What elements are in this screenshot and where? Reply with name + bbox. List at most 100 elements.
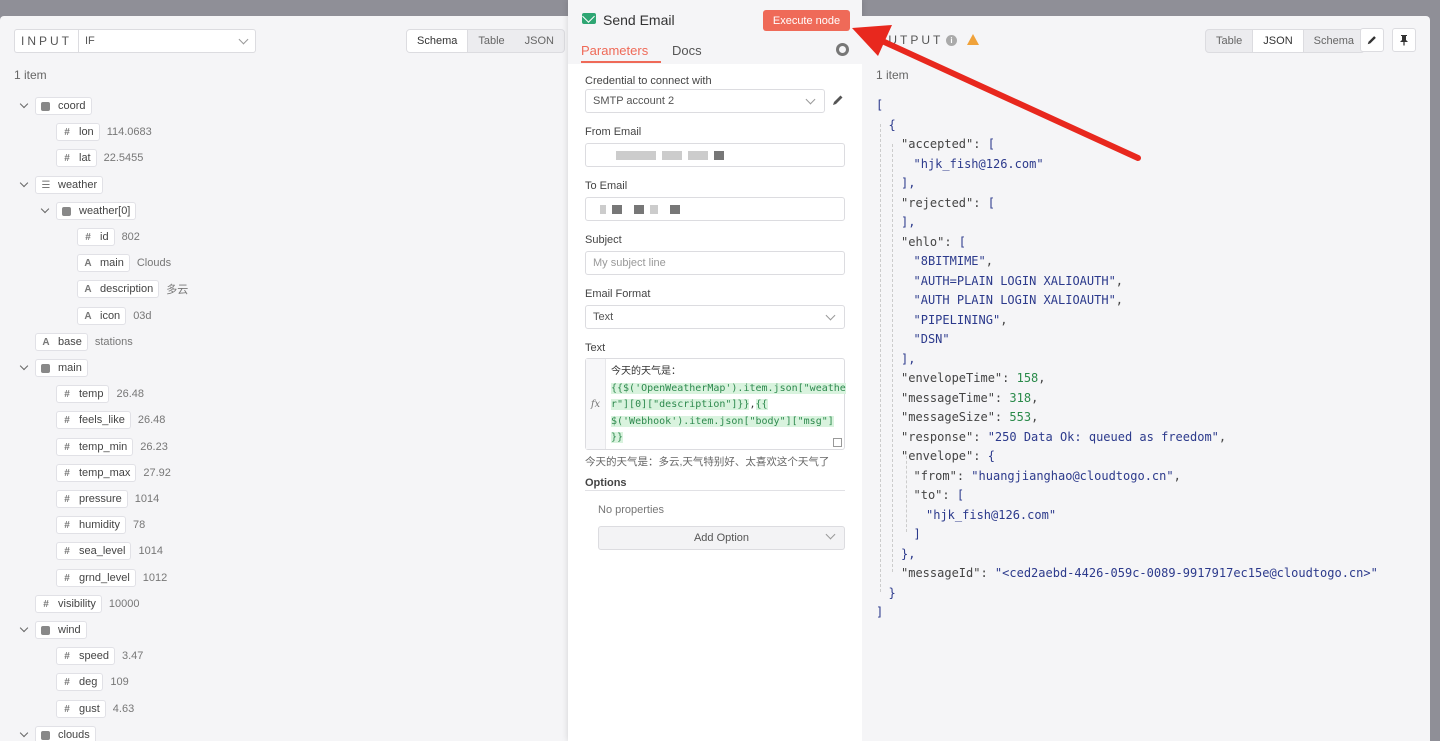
output-tab-json[interactable]: JSON — [1252, 30, 1304, 52]
add-option-button[interactable]: Add Option — [598, 526, 845, 550]
json-output[interactable]: [{"accepted": ["hjk_fish@126.com"], "reje… — [876, 96, 1378, 623]
expression-separator: , — [749, 399, 756, 410]
pin-data-button[interactable] — [1392, 28, 1416, 52]
json-token: "AUTH PLAIN LOGIN XALIOAUTH" — [913, 293, 1116, 307]
text-line-static: 今天的天气是： — [611, 366, 681, 377]
schema-field-pill[interactable]: # sea_level — [56, 542, 132, 560]
schema-field-value: 1014 — [134, 493, 160, 505]
expression-code[interactable]: 今天的天气是： {{$('OpenWeatherMap').item.json[… — [611, 364, 846, 447]
schema-row: # humidity 78 — [56, 516, 145, 534]
execute-node-button[interactable]: Execute node — [763, 10, 850, 31]
schema-field-pill[interactable]: # deg — [56, 673, 104, 691]
json-token: [ — [987, 195, 995, 210]
credential-select[interactable]: SMTP account 2 — [585, 89, 825, 113]
number-hash-icon: # — [64, 414, 70, 426]
warning-icon[interactable] — [967, 34, 979, 45]
schema-field-pill[interactable]: coord — [35, 97, 92, 115]
schema-field-pill[interactable]: # gust — [56, 700, 106, 718]
chevron-down-icon[interactable] — [19, 361, 29, 371]
json-line: "PIPELINING", — [876, 311, 1378, 331]
json-line: ] — [876, 525, 1378, 545]
output-tab-table[interactable]: Table — [1206, 30, 1252, 52]
info-icon[interactable]: i — [946, 35, 957, 46]
schema-field-pill[interactable]: Amain — [77, 254, 130, 272]
schema-field-key: humidity — [79, 519, 120, 531]
schema-field-pill[interactable]: # speed — [56, 647, 115, 665]
schema-field-pill[interactable]: Adescription — [77, 280, 160, 298]
tab-parameters[interactable]: Parameters — [581, 43, 648, 58]
chevron-down-icon[interactable] — [19, 623, 29, 633]
schema-field-pill[interactable]: # visibility — [35, 595, 102, 613]
schema-row: ☰ weather — [35, 176, 104, 194]
chevron-down-icon[interactable] — [40, 204, 50, 214]
number-hash-icon: # — [64, 703, 70, 715]
schema-field-pill[interactable]: Abase — [35, 333, 88, 351]
from-email-input[interactable] — [585, 143, 845, 167]
json-token: , — [1218, 429, 1227, 444]
schema-field-pill[interactable]: # feels_like — [56, 411, 131, 429]
schema-field-pill[interactable]: clouds — [35, 726, 96, 741]
schema-field-pill[interactable]: # temp — [56, 385, 110, 403]
redacted-text — [714, 150, 724, 160]
schema-row: Abase stations — [35, 333, 133, 351]
schema-field-pill[interactable]: # id — [77, 228, 115, 246]
schema-field-pill[interactable]: # lon — [56, 123, 100, 141]
output-tab-schema[interactable]: Schema — [1304, 30, 1364, 52]
schema-row: main — [35, 359, 88, 377]
string-type-icon: A — [42, 336, 50, 348]
schema-field-key: deg — [79, 676, 98, 688]
schema-field-pill[interactable]: # temp_max — [56, 464, 137, 482]
email-format-select[interactable]: Text — [585, 305, 845, 329]
schema-field-value: 26.48 — [116, 388, 144, 400]
json-token: [ — [987, 137, 995, 151]
json-line: "rejected": [ — [876, 194, 1378, 214]
schema-field-pill[interactable]: # pressure — [56, 490, 128, 508]
json-token: ] — [913, 527, 921, 541]
schema-field-value: 109 — [110, 676, 129, 688]
schema-field-pill[interactable]: weather[0] — [56, 202, 137, 220]
resize-handle-icon[interactable] — [833, 438, 842, 447]
pencil-icon[interactable] — [831, 93, 845, 107]
json-line: "hjk_fish@126.com" — [876, 155, 1378, 175]
schema-field-key: speed — [79, 650, 109, 662]
json-token: "messageTime": — [901, 390, 1010, 405]
schema-field-value: Clouds — [136, 257, 172, 269]
json-token: , — [985, 254, 993, 268]
edit-output-button[interactable] — [1360, 28, 1384, 52]
chevron-down-icon[interactable] — [19, 728, 29, 738]
json-line: "messageSize": 553, — [876, 408, 1378, 428]
schema-field-pill[interactable]: # temp_min — [56, 438, 134, 456]
schema-field-pill[interactable]: # lat — [56, 149, 97, 167]
schema-field-pill[interactable]: main — [35, 359, 88, 377]
node-title[interactable]: Send Email — [603, 12, 675, 28]
number-hash-icon: # — [64, 519, 70, 531]
schema-field-value: 1012 — [142, 572, 168, 584]
tab-docs[interactable]: Docs — [672, 43, 702, 58]
subject-placeholder: My subject line — [593, 257, 666, 269]
text-expression-editor[interactable]: fx 今天的天气是： {{$('OpenWeatherMap').item.js… — [585, 358, 846, 450]
chevron-down-icon[interactable] — [19, 178, 29, 188]
schema-row: # speed 3.47 — [56, 647, 143, 665]
subject-input[interactable]: My subject line — [585, 251, 845, 275]
expression-webhook: $('Webhook').item.json["body"]["msg"] — [611, 415, 834, 427]
redacted-text — [650, 204, 658, 214]
gear-icon[interactable] — [836, 43, 849, 56]
to-email-input[interactable] — [585, 197, 845, 221]
schema-row: weather[0] — [56, 202, 137, 220]
output-view-tabs: Table JSON Schema — [1205, 29, 1365, 53]
json-token: ], — [901, 351, 916, 366]
schema-field-pill[interactable]: wind — [35, 621, 87, 639]
schema-field-pill[interactable]: # grnd_level — [56, 569, 136, 587]
schema-row: # feels_like 26.48 — [56, 411, 165, 429]
schema-field-pill[interactable]: # humidity — [56, 516, 126, 534]
expression-open: {{ — [755, 399, 768, 410]
schema-row: # sea_level 1014 — [56, 542, 163, 560]
chevron-down-icon[interactable] — [19, 99, 29, 109]
schema-field-key: weather — [58, 179, 98, 191]
schema-field-pill[interactable]: ☰ weather — [35, 176, 104, 194]
redacted-text — [612, 204, 622, 214]
schema-field-pill[interactable]: Aicon — [77, 307, 127, 325]
schema-field-value: 27.92 — [143, 467, 171, 479]
json-token: [ — [958, 234, 967, 249]
json-token: , — [1031, 390, 1039, 405]
